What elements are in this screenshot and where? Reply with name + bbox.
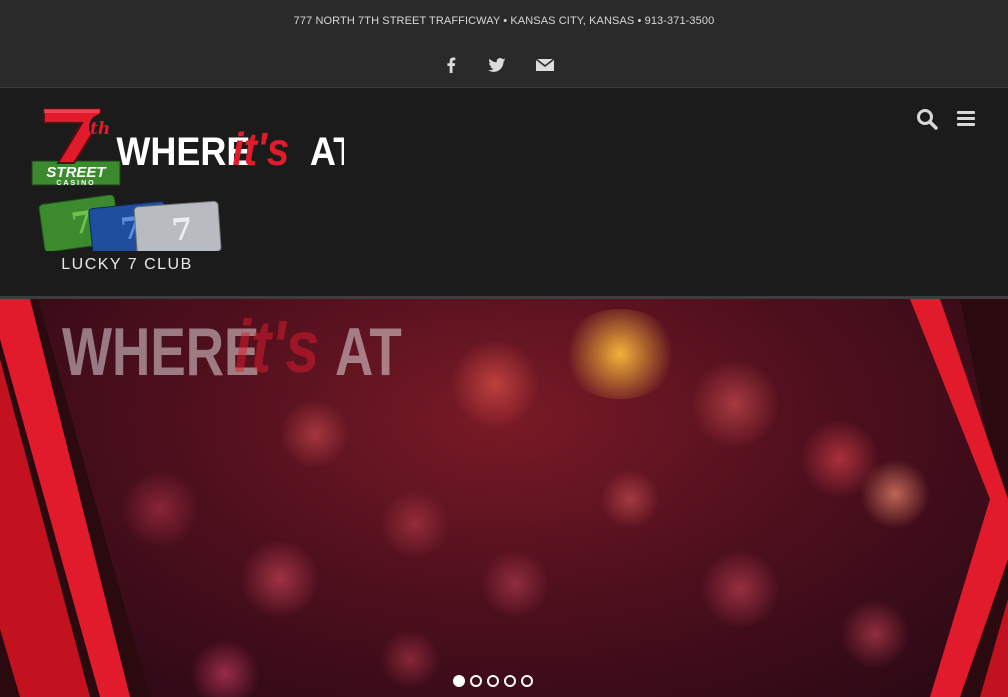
site-logo[interactable]: th STREET CASINO WHERE it's AT <box>30 103 355 187</box>
slider-pagination <box>453 675 533 693</box>
slider-dot-2[interactable] <box>470 675 482 687</box>
logo-tagline-at: AT <box>310 130 344 174</box>
logo-casino: CASINO <box>56 180 95 187</box>
search-icon[interactable] <box>916 108 938 135</box>
menu-icon[interactable] <box>956 108 976 133</box>
slider-dot-4[interactable] <box>504 675 516 687</box>
hero-title-where: WHERE <box>62 314 259 390</box>
logo-street: STREET <box>46 164 107 181</box>
email-icon[interactable] <box>532 52 558 78</box>
contact-address: 777 NORTH 7TH STREET TRAFFICWAY • KANSAS… <box>293 15 715 27</box>
svg-text:7: 7 <box>171 212 194 248</box>
slider-dot-5[interactable] <box>521 675 533 687</box>
lucky-7-club-logo[interactable]: 7 7 7 LUCKY 7 CLUB <box>30 194 224 277</box>
facebook-icon[interactable] <box>438 52 464 78</box>
lucky-7-club-label: LUCKY 7 CLUB <box>61 256 193 273</box>
logo-tagline-its: it's <box>232 125 289 176</box>
hero-title: WHERE it's AT <box>62 300 402 395</box>
logo-superscript: th <box>90 119 110 139</box>
twitter-icon[interactable] <box>484 52 510 78</box>
slider-dot-3[interactable] <box>487 675 499 687</box>
hero-title-its: it's <box>234 306 319 388</box>
social-links <box>0 52 1008 78</box>
slider-dot-1[interactable] <box>453 675 465 687</box>
top-bar: 777 NORTH 7TH STREET TRAFFICWAY • KANSAS… <box>0 0 1008 88</box>
hero-title-at: AT <box>335 314 402 390</box>
logo-tagline-where: WHERE <box>116 130 250 174</box>
